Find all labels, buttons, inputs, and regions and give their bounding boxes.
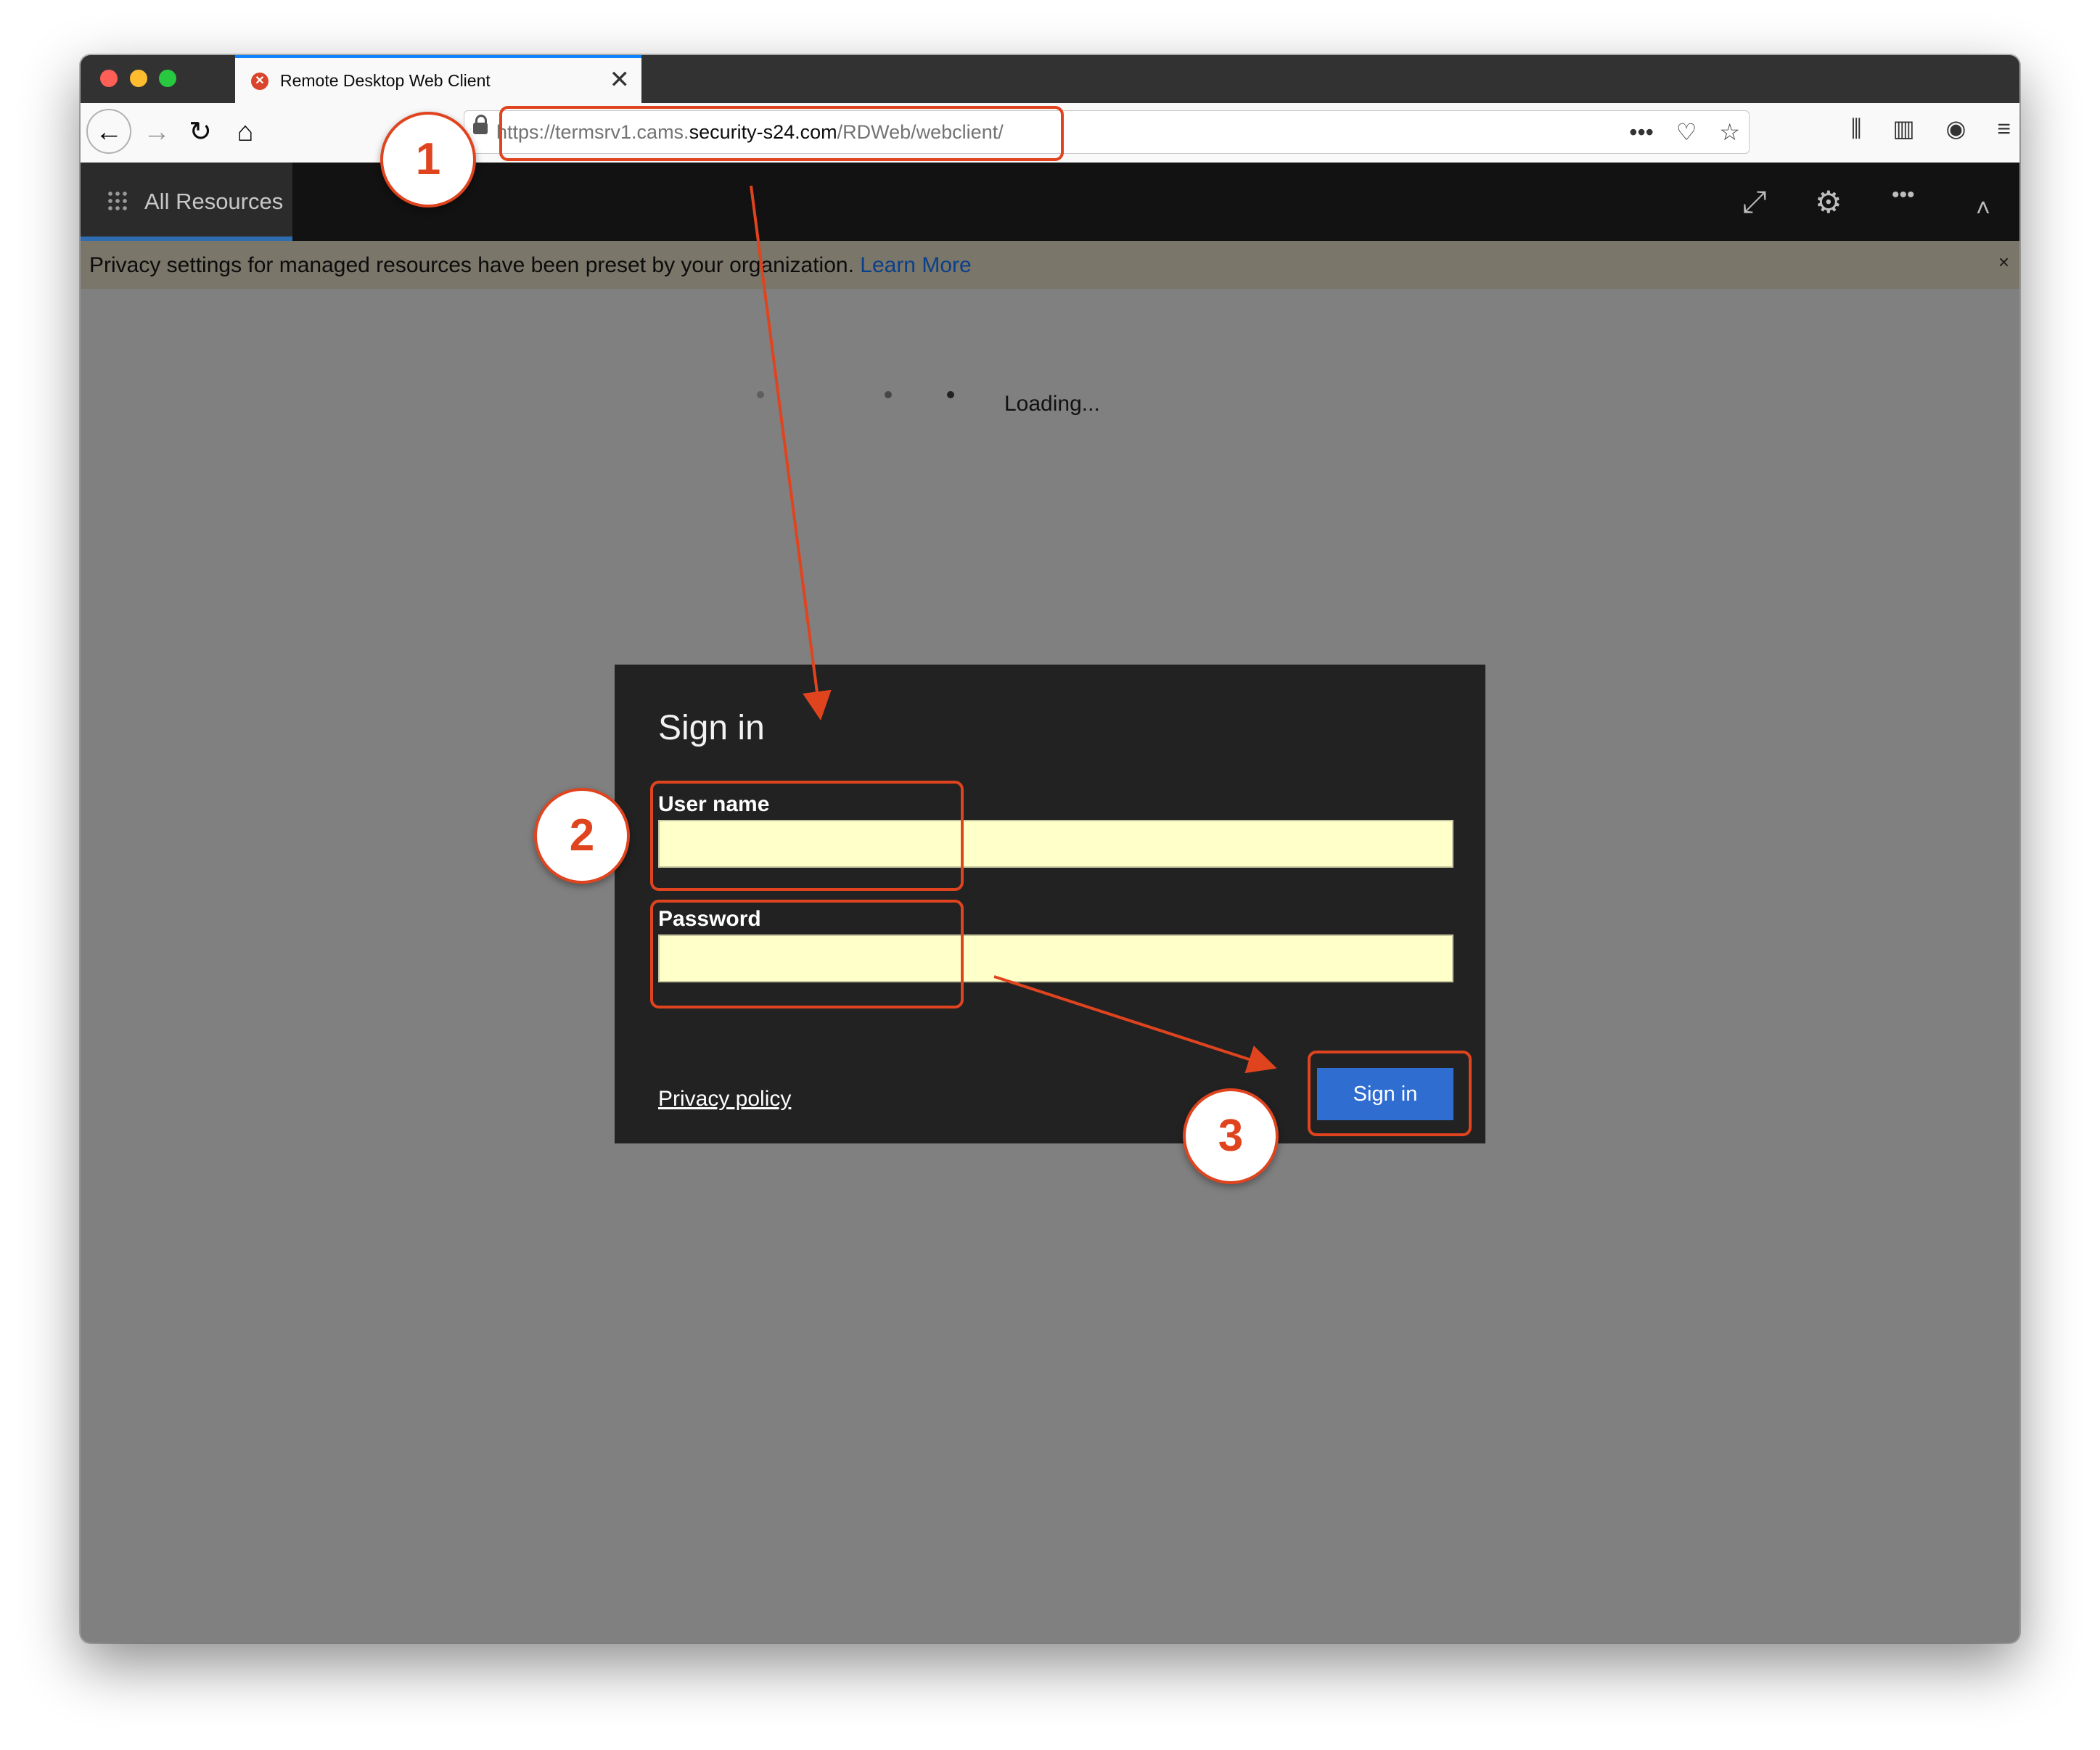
annotation-arrows [750,185,1277,1074]
arrow-password-to-signin [993,975,1277,1074]
step-1-marker: 1 [380,112,476,208]
step-2-marker: 2 [534,788,630,884]
step-3-marker: 3 [1183,1088,1279,1184]
arrow-url-to-dialog [750,185,832,720]
